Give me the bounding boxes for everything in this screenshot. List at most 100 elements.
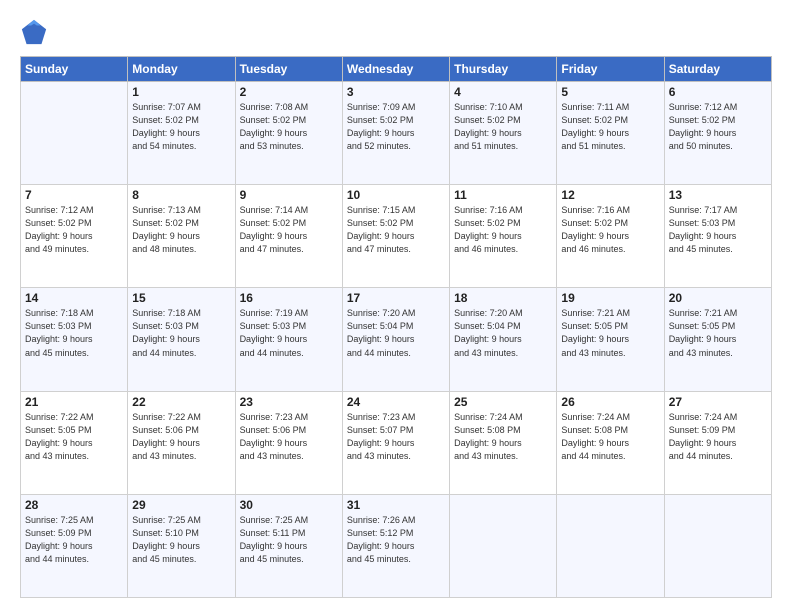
- calendar-cell: 9 Sunrise: 7:14 AM Sunset: 5:02 PM Daylig…: [235, 185, 342, 288]
- calendar-cell: 10 Sunrise: 7:15 AM Sunset: 5:02 PM Dayli…: [342, 185, 449, 288]
- page: SundayMondayTuesdayWednesdayThursdayFrid…: [0, 0, 792, 612]
- calendar-cell: 17 Sunrise: 7:20 AM Sunset: 5:04 PM Dayli…: [342, 288, 449, 391]
- calendar-cell: [557, 494, 664, 597]
- calendar-cell: 7 Sunrise: 7:12 AM Sunset: 5:02 PM Daylig…: [21, 185, 128, 288]
- day-number: 24: [347, 395, 445, 409]
- calendar-cell: 19 Sunrise: 7:21 AM Sunset: 5:05 PM Dayli…: [557, 288, 664, 391]
- day-info: Sunrise: 7:25 AM Sunset: 5:11 PM Dayligh…: [240, 514, 338, 566]
- day-number: 23: [240, 395, 338, 409]
- day-info: Sunrise: 7:08 AM Sunset: 5:02 PM Dayligh…: [240, 101, 338, 153]
- header: [20, 18, 772, 46]
- day-number: 30: [240, 498, 338, 512]
- calendar-cell: 22Sunrise: 7:22 AM Sunset: 5:06 PM Dayli…: [128, 391, 235, 494]
- calendar-cell: 13Sunrise: 7:17 AM Sunset: 5:03 PM Dayli…: [664, 185, 771, 288]
- day-info: Sunrise: 7:09 AM Sunset: 5:02 PM Dayligh…: [347, 101, 445, 153]
- calendar-cell: 18 Sunrise: 7:20 AM Sunset: 5:04 PM Dayli…: [450, 288, 557, 391]
- day-number: 22: [132, 395, 230, 409]
- calendar-cell: 2 Sunrise: 7:08 AM Sunset: 5:02 PM Daylig…: [235, 82, 342, 185]
- day-number: 21: [25, 395, 123, 409]
- day-number: 1: [132, 85, 230, 99]
- day-info: Sunrise: 7:22 AM Sunset: 5:05 PM Dayligh…: [25, 411, 123, 463]
- day-number: 8: [132, 188, 230, 202]
- calendar-cell: 5 Sunrise: 7:11 AM Sunset: 5:02 PM Daylig…: [557, 82, 664, 185]
- day-number: 27: [669, 395, 767, 409]
- day-info: Sunrise: 7:10 AM Sunset: 5:02 PM Dayligh…: [454, 101, 552, 153]
- logo-icon: [20, 18, 48, 46]
- day-info: Sunrise: 7:14 AM Sunset: 5:02 PM Dayligh…: [240, 204, 338, 256]
- day-number: 19: [561, 291, 659, 305]
- weekday-header-row: SundayMondayTuesdayWednesdayThursdayFrid…: [21, 57, 772, 82]
- day-info: Sunrise: 7:11 AM Sunset: 5:02 PM Dayligh…: [561, 101, 659, 153]
- day-info: Sunrise: 7:20 AM Sunset: 5:04 PM Dayligh…: [347, 307, 445, 359]
- day-number: 18: [454, 291, 552, 305]
- day-number: 6: [669, 85, 767, 99]
- weekday-header-friday: Friday: [557, 57, 664, 82]
- calendar-cell: 24 Sunrise: 7:23 AM Sunset: 5:07 PM Dayli…: [342, 391, 449, 494]
- day-number: 10: [347, 188, 445, 202]
- calendar-week-1: 1 Sunrise: 7:07 AM Sunset: 5:02 PM Daylig…: [21, 82, 772, 185]
- day-number: 20: [669, 291, 767, 305]
- day-number: 31: [347, 498, 445, 512]
- day-number: 4: [454, 85, 552, 99]
- day-number: 14: [25, 291, 123, 305]
- calendar-cell: 23 Sunrise: 7:23 AM Sunset: 5:06 PM Dayli…: [235, 391, 342, 494]
- calendar-cell: 30 Sunrise: 7:25 AM Sunset: 5:11 PM Dayli…: [235, 494, 342, 597]
- calendar-cell: 3 Sunrise: 7:09 AM Sunset: 5:02 PM Daylig…: [342, 82, 449, 185]
- day-info: Sunrise: 7:12 AM Sunset: 5:02 PM Dayligh…: [25, 204, 123, 256]
- calendar-cell: 31 Sunrise: 7:26 AM Sunset: 5:12 PM Dayli…: [342, 494, 449, 597]
- day-number: 7: [25, 188, 123, 202]
- day-info: Sunrise: 7:18 AM Sunset: 5:03 PM Dayligh…: [25, 307, 123, 359]
- weekday-header-wednesday: Wednesday: [342, 57, 449, 82]
- day-number: 12: [561, 188, 659, 202]
- weekday-header-monday: Monday: [128, 57, 235, 82]
- day-number: 16: [240, 291, 338, 305]
- day-info: Sunrise: 7:13 AM Sunset: 5:02 PM Dayligh…: [132, 204, 230, 256]
- day-info: Sunrise: 7:12 AM Sunset: 5:02 PM Dayligh…: [669, 101, 767, 153]
- calendar-week-5: 28 Sunrise: 7:25 AM Sunset: 5:09 PM Dayli…: [21, 494, 772, 597]
- calendar-cell: 29Sunrise: 7:25 AM Sunset: 5:10 PM Dayli…: [128, 494, 235, 597]
- calendar-cell: 11 Sunrise: 7:16 AM Sunset: 5:02 PM Dayli…: [450, 185, 557, 288]
- calendar-cell: 25 Sunrise: 7:24 AM Sunset: 5:08 PM Dayli…: [450, 391, 557, 494]
- calendar-cell: 26 Sunrise: 7:24 AM Sunset: 5:08 PM Dayli…: [557, 391, 664, 494]
- calendar-cell: 28 Sunrise: 7:25 AM Sunset: 5:09 PM Dayli…: [21, 494, 128, 597]
- day-info: Sunrise: 7:24 AM Sunset: 5:08 PM Dayligh…: [454, 411, 552, 463]
- day-info: Sunrise: 7:24 AM Sunset: 5:08 PM Dayligh…: [561, 411, 659, 463]
- day-info: Sunrise: 7:20 AM Sunset: 5:04 PM Dayligh…: [454, 307, 552, 359]
- day-info: Sunrise: 7:18 AM Sunset: 5:03 PM Dayligh…: [132, 307, 230, 359]
- day-info: Sunrise: 7:25 AM Sunset: 5:10 PM Dayligh…: [132, 514, 230, 566]
- day-number: 5: [561, 85, 659, 99]
- calendar-week-3: 14 Sunrise: 7:18 AM Sunset: 5:03 PM Dayli…: [21, 288, 772, 391]
- calendar-week-4: 21 Sunrise: 7:22 AM Sunset: 5:05 PM Dayli…: [21, 391, 772, 494]
- day-number: 28: [25, 498, 123, 512]
- weekday-header-thursday: Thursday: [450, 57, 557, 82]
- day-number: 9: [240, 188, 338, 202]
- weekday-header-tuesday: Tuesday: [235, 57, 342, 82]
- day-info: Sunrise: 7:25 AM Sunset: 5:09 PM Dayligh…: [25, 514, 123, 566]
- day-info: Sunrise: 7:16 AM Sunset: 5:02 PM Dayligh…: [454, 204, 552, 256]
- calendar-cell: 15Sunrise: 7:18 AM Sunset: 5:03 PM Dayli…: [128, 288, 235, 391]
- day-info: Sunrise: 7:24 AM Sunset: 5:09 PM Dayligh…: [669, 411, 767, 463]
- calendar-cell: 8 Sunrise: 7:13 AM Sunset: 5:02 PM Daylig…: [128, 185, 235, 288]
- calendar-cell: [450, 494, 557, 597]
- day-number: 25: [454, 395, 552, 409]
- calendar-cell: 21 Sunrise: 7:22 AM Sunset: 5:05 PM Dayli…: [21, 391, 128, 494]
- day-number: 3: [347, 85, 445, 99]
- day-info: Sunrise: 7:21 AM Sunset: 5:05 PM Dayligh…: [561, 307, 659, 359]
- day-number: 13: [669, 188, 767, 202]
- calendar-week-2: 7 Sunrise: 7:12 AM Sunset: 5:02 PM Daylig…: [21, 185, 772, 288]
- day-info: Sunrise: 7:23 AM Sunset: 5:06 PM Dayligh…: [240, 411, 338, 463]
- day-number: 2: [240, 85, 338, 99]
- day-number: 26: [561, 395, 659, 409]
- day-number: 11: [454, 188, 552, 202]
- calendar-cell: 14 Sunrise: 7:18 AM Sunset: 5:03 PM Dayli…: [21, 288, 128, 391]
- day-info: Sunrise: 7:23 AM Sunset: 5:07 PM Dayligh…: [347, 411, 445, 463]
- calendar-cell: 12Sunrise: 7:16 AM Sunset: 5:02 PM Dayli…: [557, 185, 664, 288]
- day-number: 17: [347, 291, 445, 305]
- calendar-cell: [664, 494, 771, 597]
- calendar-table: SundayMondayTuesdayWednesdayThursdayFrid…: [20, 56, 772, 598]
- day-info: Sunrise: 7:26 AM Sunset: 5:12 PM Dayligh…: [347, 514, 445, 566]
- day-info: Sunrise: 7:15 AM Sunset: 5:02 PM Dayligh…: [347, 204, 445, 256]
- day-info: Sunrise: 7:07 AM Sunset: 5:02 PM Dayligh…: [132, 101, 230, 153]
- calendar-cell: 1 Sunrise: 7:07 AM Sunset: 5:02 PM Daylig…: [128, 82, 235, 185]
- calendar-cell: 4 Sunrise: 7:10 AM Sunset: 5:02 PM Daylig…: [450, 82, 557, 185]
